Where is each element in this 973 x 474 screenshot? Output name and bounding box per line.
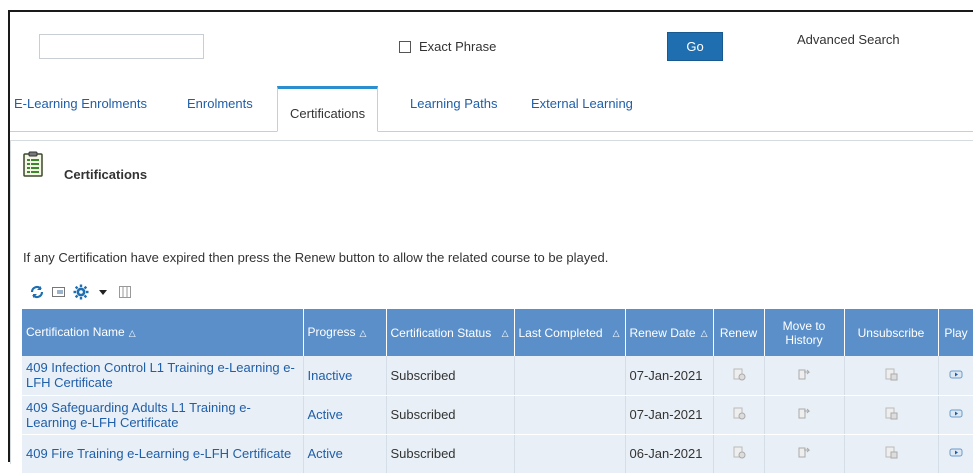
table-header-row: Certification Name △ Progress △ Certificat… xyxy=(22,309,973,356)
col-header-unsubscribe: Unsubscribe xyxy=(844,309,939,356)
last-completed-cell xyxy=(514,395,626,435)
unsubscribe-icon xyxy=(885,446,898,459)
search-bar: Exact Phrase Go Advanced Search xyxy=(10,12,973,74)
col-header-status[interactable]: Certification Status △ xyxy=(386,309,515,356)
col-header-progress[interactable]: Progress △ xyxy=(303,309,387,356)
move-to-history-button[interactable] xyxy=(764,434,845,474)
tab-learning-paths[interactable]: Learning Paths xyxy=(410,96,497,111)
unsubscribe-icon xyxy=(885,368,898,381)
tab-enrolments[interactable]: Enrolments xyxy=(187,96,253,111)
cert-name-link[interactable]: 409 Infection Control L1 Training e-Lear… xyxy=(22,356,304,396)
move-to-history-button[interactable] xyxy=(764,395,845,435)
section-title: Certifications xyxy=(64,167,148,182)
sort-asc-icon[interactable]: △ xyxy=(129,328,136,338)
page-frame: Exact Phrase Go Advanced Search E-Learni… xyxy=(8,10,973,474)
certifications-table: Certification Name △ Progress △ Certificat… xyxy=(22,309,973,474)
play-button[interactable] xyxy=(938,395,973,435)
renew-icon xyxy=(733,407,745,420)
renew-info-text: If any Certification have expired then p… xyxy=(23,250,609,265)
tab-strip: E-Learning Enrolments Enrolments Certifi… xyxy=(10,86,973,132)
settings-icon[interactable] xyxy=(73,284,89,300)
status-cell: Subscribed xyxy=(386,395,515,435)
col-header-last-completed[interactable]: Last Completed △ xyxy=(514,309,626,356)
progress-link[interactable]: Inactive xyxy=(303,356,387,396)
play-button[interactable] xyxy=(938,356,973,396)
move-to-history-button[interactable] xyxy=(764,356,845,396)
clipboard-icon xyxy=(23,151,43,177)
sort-asc-icon[interactable]: △ xyxy=(360,328,367,338)
last-completed-cell xyxy=(514,356,626,396)
tab-external-learning[interactable]: External Learning xyxy=(531,96,633,111)
play-icon xyxy=(949,448,963,457)
last-completed-cell xyxy=(514,434,626,474)
progress-link[interactable]: Active xyxy=(303,395,387,435)
renew-button[interactable] xyxy=(713,356,765,396)
unsubscribe-button[interactable] xyxy=(844,395,939,435)
tab-elearning-enrolments[interactable]: E-Learning Enrolments xyxy=(14,96,147,111)
sort-asc-icon[interactable]: △ xyxy=(701,326,708,340)
col-header-play: Play xyxy=(938,309,973,356)
exact-phrase-label: Exact Phrase xyxy=(419,39,497,54)
renew-button[interactable] xyxy=(713,434,765,474)
certifications-panel: Certifications If any Certification have… xyxy=(10,140,973,474)
renew-date-cell: 07-Jan-2021 xyxy=(625,356,714,396)
advanced-search-link[interactable]: Advanced Search xyxy=(797,32,900,47)
exact-phrase-checkbox[interactable] xyxy=(399,40,411,53)
col-header-move-history: Move to History xyxy=(764,309,845,356)
table-toolbar xyxy=(29,283,133,301)
unsubscribe-icon xyxy=(885,407,898,420)
unsubscribe-button[interactable] xyxy=(844,356,939,396)
col-header-renew-date-label: Renew Date xyxy=(629,325,696,340)
unsubscribe-button[interactable] xyxy=(844,434,939,474)
refresh-icon[interactable] xyxy=(29,284,45,300)
renew-button[interactable] xyxy=(713,395,765,435)
cert-name-link[interactable]: 409 Safeguarding Adults L1 Training e-Le… xyxy=(22,395,304,435)
play-icon xyxy=(949,370,963,379)
table-row: 409 Safeguarding Adults L1 Training e-Le… xyxy=(22,395,973,435)
exact-phrase-option[interactable]: Exact Phrase xyxy=(399,39,496,54)
renew-date-cell: 06-Jan-2021 xyxy=(625,434,714,474)
status-cell: Subscribed xyxy=(386,356,515,396)
col-header-name-label: Certification Name xyxy=(26,325,125,339)
dropdown-arrow-icon[interactable] xyxy=(95,284,111,300)
move-history-icon xyxy=(798,447,811,458)
play-icon xyxy=(949,409,963,418)
table-row: 409 Infection Control L1 Training e-Lear… xyxy=(22,356,973,396)
play-button[interactable] xyxy=(938,434,973,474)
tab-certifications[interactable]: Certifications xyxy=(277,86,379,132)
renew-icon xyxy=(733,368,745,381)
export-icon[interactable] xyxy=(51,284,67,300)
col-header-status-label: Certification Status xyxy=(390,325,492,340)
col-header-last-completed-label: Last Completed xyxy=(518,325,603,340)
status-cell: Subscribed xyxy=(386,434,515,474)
search-input[interactable] xyxy=(39,34,204,59)
go-button[interactable]: Go xyxy=(667,32,723,61)
progress-link[interactable]: Active xyxy=(303,434,387,474)
move-history-icon xyxy=(798,408,811,419)
sort-asc-icon[interactable]: △ xyxy=(502,326,509,340)
col-header-renew: Renew xyxy=(713,309,765,356)
move-history-icon xyxy=(798,369,811,380)
sort-asc-icon[interactable]: △ xyxy=(613,326,620,340)
renew-icon xyxy=(733,446,745,459)
col-header-renew-date[interactable]: Renew Date △ xyxy=(625,309,714,356)
table-row: 409 Fire Training e-Learning e-LFH Certi… xyxy=(22,434,973,474)
columns-icon[interactable] xyxy=(117,284,133,300)
col-header-progress-label: Progress xyxy=(307,325,356,339)
col-header-name[interactable]: Certification Name △ xyxy=(22,309,304,356)
cert-name-link[interactable]: 409 Fire Training e-Learning e-LFH Certi… xyxy=(22,434,304,474)
renew-date-cell: 07-Jan-2021 xyxy=(625,395,714,435)
